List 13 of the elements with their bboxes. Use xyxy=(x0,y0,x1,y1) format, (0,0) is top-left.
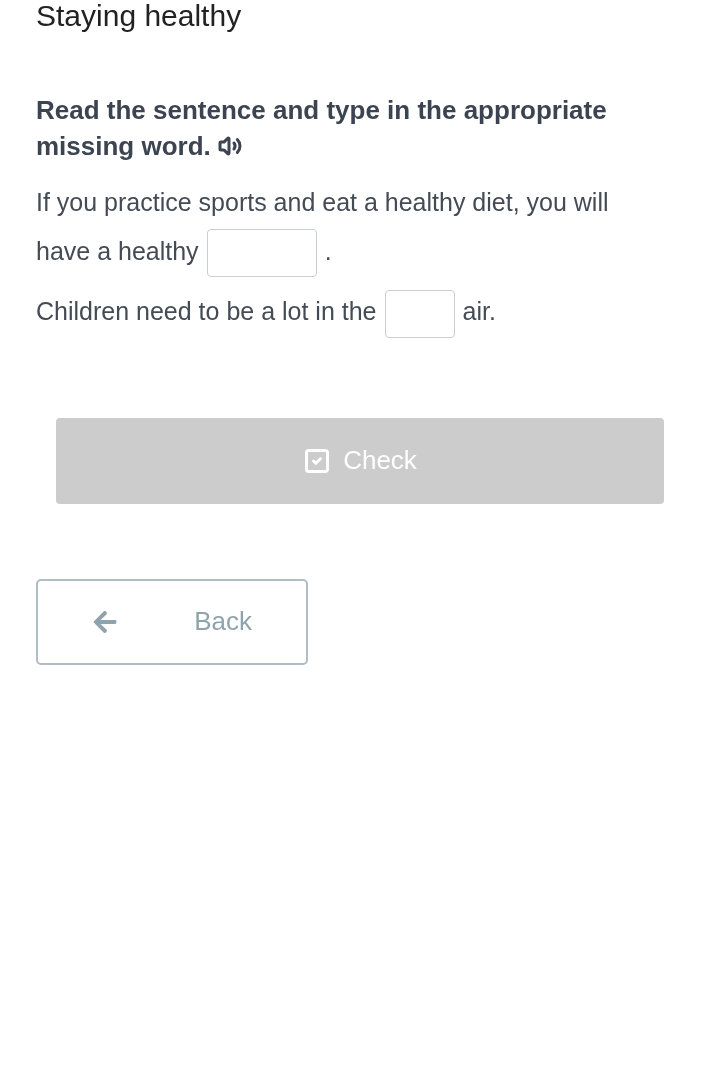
instruction-text: Read the sentence and type in the appropriate missing word. xyxy=(36,94,608,163)
page-title: Staying healthy xyxy=(36,0,243,32)
speaker-icon[interactable] xyxy=(218,134,243,158)
sentence-text: Children need to be a lot in the xyxy=(36,297,377,326)
checkbox-icon xyxy=(303,446,332,475)
arrow-left-icon xyxy=(92,608,118,635)
sentence-text: air. xyxy=(462,297,496,326)
sentence-text: have a healthy xyxy=(36,237,199,265)
sentence-text: If you practice sports and eat a healthy diet, you will xyxy=(36,187,610,218)
back-button[interactable]: Back xyxy=(36,578,308,665)
answer-box[interactable] xyxy=(206,229,317,278)
sentence-text: . xyxy=(324,237,332,265)
answer-box[interactable] xyxy=(384,289,455,338)
